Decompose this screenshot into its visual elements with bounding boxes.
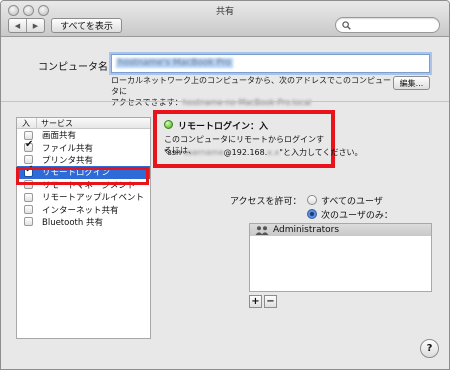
service-label: リモートアップルイベント: [42, 193, 145, 204]
service-list-header: 入 サービス: [17, 118, 150, 129]
ssh-ip-suffix: x.x: [267, 148, 280, 157]
service-label: 画面共有: [42, 131, 77, 142]
service-row[interactable]: リモートアップルイベント: [17, 191, 150, 203]
service-label: プリンタ共有: [42, 155, 94, 166]
search-input[interactable]: [335, 17, 440, 33]
group-users-icon: [255, 225, 269, 235]
edit-button[interactable]: 編集...: [393, 76, 430, 90]
service-checkbox[interactable]: [24, 217, 33, 227]
status-instruction-line2: "ssh username@192.168.x.x"と入力してください。: [164, 147, 362, 158]
radio-only-users[interactable]: 次のユーザのみ：: [307, 208, 393, 221]
header-on-column[interactable]: 入: [17, 118, 37, 128]
service-label: Bluetooth 共有: [42, 217, 103, 228]
ssh-prefix: "ssh: [164, 148, 184, 157]
service-row[interactable]: 画面共有: [17, 129, 150, 141]
forward-arrow-icon: ▶: [32, 21, 39, 30]
computer-name-label: コンピュータ名：: [38, 62, 118, 73]
allowed-users-list: Administrators: [249, 223, 432, 292]
service-checkbox[interactable]: [24, 205, 33, 215]
service-list: 入 サービス 画面共有ファイル共有プリンタ共有リモートログインリモートマネージメ…: [16, 117, 151, 339]
back-button[interactable]: ◀: [9, 19, 26, 32]
nav-button-group: ◀ ▶: [8, 18, 45, 33]
add-user-button[interactable]: +: [249, 295, 262, 308]
radio-only-users-label: 次のユーザのみ：: [321, 210, 393, 221]
address-desc-line1: ローカルネットワーク上のコンピュータから、次のアドレスでこのコンピュータに: [111, 76, 391, 96]
service-row[interactable]: プリンタ共有: [17, 154, 150, 166]
help-button[interactable]: ?: [420, 339, 439, 358]
status-title: リモートログイン：入: [178, 122, 269, 132]
remove-user-button[interactable]: −: [264, 295, 277, 308]
search-icon: [342, 21, 351, 30]
address-desc-prefix: アクセスできます：: [111, 98, 183, 107]
access-label: アクセスを許可：: [230, 197, 302, 207]
service-label: インターネット共有: [42, 205, 119, 216]
sharing-window: 共有 ◀ ▶ すべてを表示 コンピュータ名： hostname's MacBoo…: [0, 0, 450, 370]
status-on-indicator-icon: [164, 120, 173, 129]
service-checkbox[interactable]: [24, 192, 33, 202]
computer-address-description: ローカルネットワーク上のコンピュータから、次のアドレスでこのコンピュータに アク…: [111, 75, 396, 108]
local-address: hostname-no-MacBook-Pro.local: [182, 98, 312, 107]
back-arrow-icon: ◀: [14, 21, 21, 30]
highlight-remote-login-row: [16, 167, 149, 185]
show-all-button[interactable]: すべてを表示: [51, 18, 122, 33]
ssh-ip-prefix: @192.168.: [223, 148, 268, 157]
ssh-suffix: "と入力してください。: [279, 148, 363, 157]
user-row[interactable]: Administrators: [250, 224, 431, 236]
service-row[interactable]: ファイル共有: [17, 139, 150, 154]
radio-only-users-button[interactable]: [307, 209, 317, 219]
user-name: Administrators: [273, 225, 340, 235]
ssh-username: username: [183, 148, 224, 157]
service-label: ファイル共有: [42, 143, 94, 154]
section-divider: [1, 101, 449, 102]
service-checkbox[interactable]: [24, 139, 33, 153]
forward-button[interactable]: ▶: [26, 19, 44, 32]
service-row[interactable]: インターネット共有: [17, 203, 150, 216]
service-row[interactable]: Bluetooth 共有: [17, 216, 150, 228]
radio-all-users-button[interactable]: [307, 195, 317, 205]
address-desc-line2: アクセスできます：hostname-no-MacBook-Pro.local: [111, 97, 396, 108]
computer-name-field[interactable]: hostname's MacBook Pro: [111, 54, 430, 73]
radio-all-users[interactable]: すべてのユーザ: [307, 194, 383, 207]
header-service-column[interactable]: サービス: [37, 118, 73, 129]
window-title: 共有: [215, 7, 234, 17]
status-highlight-box: リモートログイン：入 このコンピュータにリモートからログインするには、 "ssh…: [153, 110, 362, 168]
computer-name-value: hostname's MacBook Pro: [116, 58, 233, 68]
radio-all-users-label: すべてのユーザ: [321, 196, 383, 207]
title-bar: 共有 ◀ ▶ すべてを表示: [1, 1, 449, 37]
